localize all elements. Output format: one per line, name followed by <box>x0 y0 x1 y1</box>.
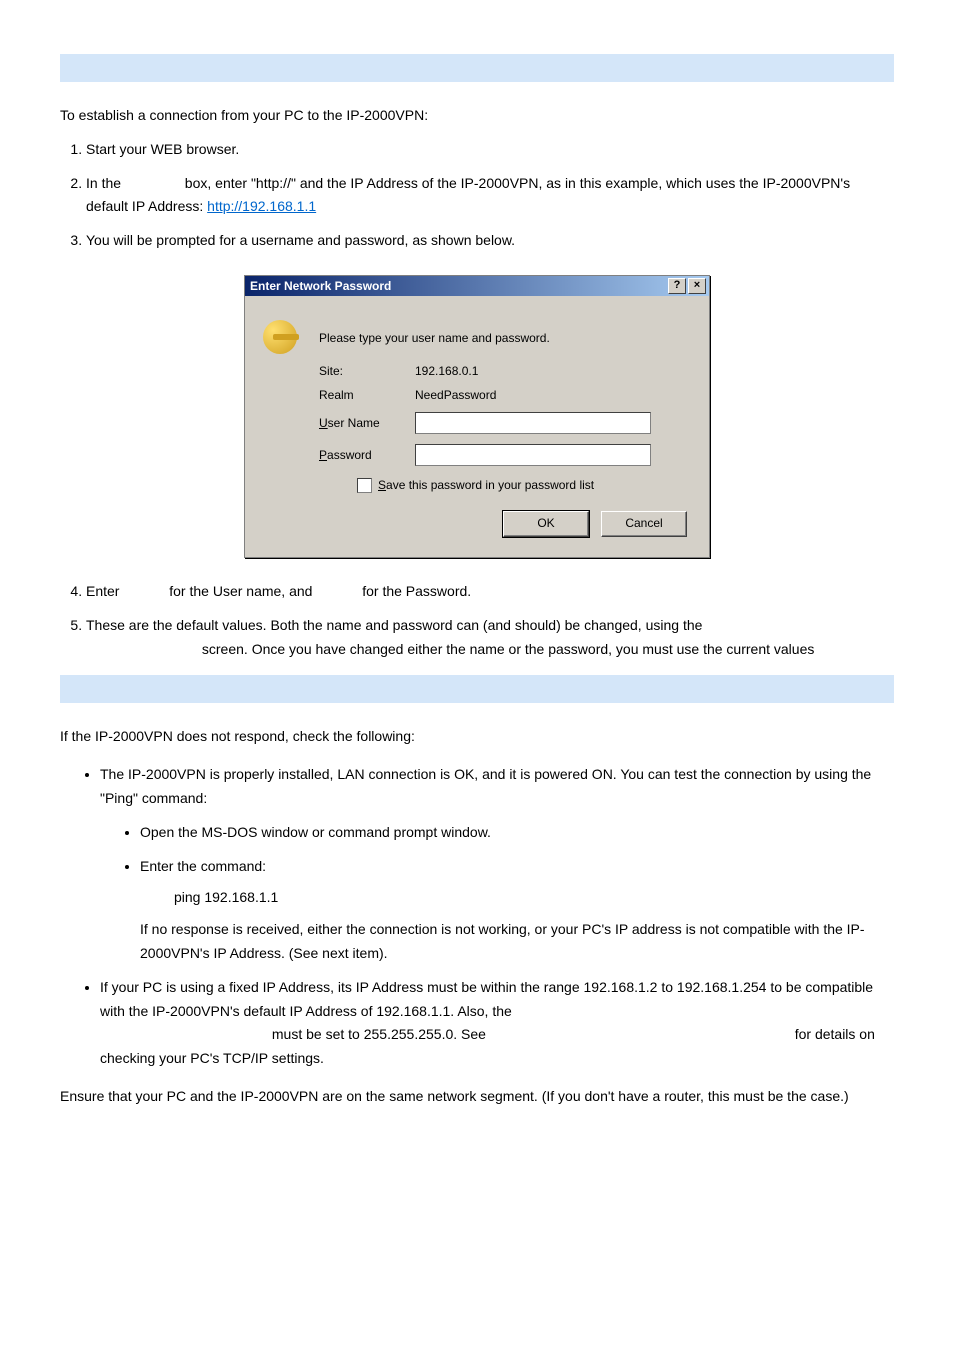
step-5-b: screen. Once you have changed either the… <box>198 641 814 657</box>
step-2-a: In the <box>86 175 125 191</box>
realm-label: Realm <box>319 388 415 402</box>
save-password-row[interactable]: Save this password in your password list… <box>357 478 691 493</box>
step-1: Start your WEB browser. <box>86 138 894 162</box>
bullet-2-a: If your PC is using a fixed IP Address, … <box>100 979 873 1019</box>
step-2: In the box, enter "http://" and the IP A… <box>86 172 894 220</box>
step-4-a: Enter <box>86 583 123 599</box>
realm-value: NeedPassword <box>415 388 496 402</box>
intro-1: To establish a connection from your PC t… <box>60 104 894 128</box>
sub-2-tail: If no response is received, either the c… <box>140 918 894 966</box>
password-dialog: Enter Network Password ? × Please type y… <box>244 275 710 558</box>
save-password-label: Save this password in your password list… <box>378 478 594 492</box>
intro-2: If the IP-2000VPN does not respond, chec… <box>60 725 894 749</box>
save-password-checkbox[interactable] <box>357 478 372 493</box>
default-ip-link[interactable]: http://192.168.1.1 <box>207 198 316 214</box>
troubleshoot-list: The IP-2000VPN is properly installed, LA… <box>60 763 894 1071</box>
username-input[interactable] <box>415 412 651 434</box>
dialog-prompt: Please type your user name and password. <box>319 331 550 345</box>
step-5-a: These are the default values. Both the n… <box>86 617 702 633</box>
sub-1: Open the MS-DOS window or command prompt… <box>140 821 894 845</box>
bullet-1-text: The IP-2000VPN is properly installed, LA… <box>100 766 871 806</box>
steps-list: Start your WEB browser. In the box, ente… <box>60 138 894 253</box>
steps-list-cont: Enter for the User name, and for the Pas… <box>60 580 894 661</box>
dialog-title: Enter Network Password <box>248 278 666 294</box>
help-button[interactable]: ? <box>668 278 686 294</box>
section-banner-1 <box>60 54 894 82</box>
step-2-b: box, enter "http://" and the IP Address … <box>86 175 850 215</box>
step-4: Enter for the User name, and for the Pas… <box>86 580 894 604</box>
sub-list-1: Open the MS-DOS window or command prompt… <box>100 821 894 966</box>
step-4-b: for the User name, and <box>165 583 316 599</box>
section-banner-2 <box>60 675 894 703</box>
site-label: Site: <box>319 364 415 378</box>
bullet-2-b: must be set to 255.255.255.0. See <box>268 1026 490 1042</box>
step-4-c: for the Password. <box>358 583 471 599</box>
ping-cmd: ping 192.168.1.1 <box>140 886 894 910</box>
dialog-titlebar: Enter Network Password ? × <box>245 276 709 296</box>
cancel-button[interactable]: Cancel <box>601 511 687 537</box>
close-button[interactable]: × <box>688 278 706 294</box>
bullet-1: The IP-2000VPN is properly installed, LA… <box>100 763 894 966</box>
sub-2: Enter the command: ping 192.168.1.1 If n… <box>140 855 894 966</box>
step-3: You will be prompted for a username and … <box>86 229 894 253</box>
key-icon <box>263 320 297 354</box>
bullet-2: If your PC is using a fixed IP Address, … <box>100 976 894 1071</box>
password-label: PPasswordassword <box>319 448 415 462</box>
password-input[interactable] <box>415 444 651 466</box>
site-value: 192.168.0.1 <box>415 364 478 378</box>
sub-2-text: Enter the command: <box>140 858 266 874</box>
username-label: UUser Nameser Name <box>319 416 415 430</box>
ok-button[interactable]: OK <box>503 511 589 537</box>
footer-para: Ensure that your PC and the IP-2000VPN a… <box>60 1085 894 1109</box>
step-5: These are the default values. Both the n… <box>86 614 894 662</box>
